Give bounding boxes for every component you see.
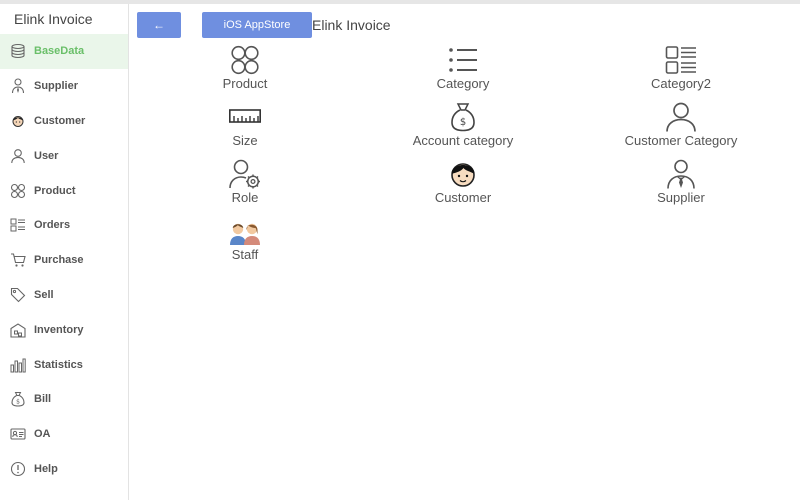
cart-icon <box>9 251 27 269</box>
sidebar-item-label: Customer <box>34 114 86 127</box>
sidebar-item-inventory[interactable]: Inventory <box>0 312 128 347</box>
sidebar-item-label: Statistics <box>34 358 83 371</box>
ruler-icon <box>228 102 262 132</box>
tile-label: Size <box>232 133 258 148</box>
sidebar-item-customer[interactable]: Customer <box>0 104 128 139</box>
sidebar-item-label: Sell <box>34 288 54 301</box>
sidebar-item-user[interactable]: User <box>0 138 128 173</box>
person-icon <box>664 102 698 132</box>
sidebar-item-label: OA <box>34 428 51 441</box>
orders-icon <box>9 216 27 234</box>
user-icon <box>9 147 27 165</box>
tag-icon <box>9 286 27 304</box>
sidebar-item-label: Supplier <box>34 80 79 93</box>
sidebar-item-statistics[interactable]: Statistics <box>0 347 128 382</box>
tile-label: Category <box>436 76 490 91</box>
sidebar-item-orders[interactable]: Orders <box>0 208 128 243</box>
tile-label: Account category <box>412 133 514 148</box>
tile-supplier[interactable]: Supplier <box>591 159 771 211</box>
sidebar-item-oa[interactable]: OA <box>0 417 128 452</box>
tile-customer[interactable]: Customer <box>373 159 553 211</box>
help-icon <box>9 460 27 478</box>
tile-role[interactable]: Role <box>155 159 335 211</box>
customer-icon <box>9 112 27 130</box>
tile-account-category[interactable]: $ Account category <box>373 102 553 154</box>
sidebar-item-label: User <box>34 149 59 162</box>
warehouse-icon <box>9 321 27 339</box>
tile-staff[interactable]: Staff <box>155 216 335 268</box>
main-content: ← iOS AppStore Elink Invoice Product Cat… <box>130 4 800 500</box>
sidebar-item-bill[interactable]: $ Bill <box>0 382 128 417</box>
sidebar-item-product[interactable]: Product <box>0 173 128 208</box>
sidebar-item-label: Inventory <box>34 323 84 336</box>
money-bag-icon: $ <box>446 102 480 132</box>
tile-size[interactable]: Size <box>155 102 335 154</box>
sidebar-item-label: BaseData <box>34 45 85 58</box>
sidebar-item-label: Purchase <box>34 254 84 267</box>
sidebar-item-label: Help <box>34 462 58 475</box>
sidebar-item-sell[interactable]: Sell <box>0 278 128 313</box>
sidebar-item-purchase[interactable]: Purchase <box>0 243 128 278</box>
tile-label: Customer <box>434 190 492 205</box>
sidebar-item-supplier[interactable]: Supplier <box>0 69 128 104</box>
tile-label: Role <box>231 190 259 205</box>
tile-product[interactable]: Product <box>155 45 335 97</box>
page-title: Elink Invoice <box>312 17 391 33</box>
tile-label: Customer Category <box>624 133 738 148</box>
list-icon <box>446 45 480 75</box>
product-icon <box>228 45 262 75</box>
svg-text:$: $ <box>460 117 466 128</box>
tile-category[interactable]: Category <box>373 45 553 97</box>
app-title: Elink Invoice <box>14 11 93 27</box>
back-button[interactable]: ← <box>137 12 181 38</box>
sidebar-item-label: Orders <box>34 219 71 232</box>
user-settings-icon <box>228 159 262 189</box>
supplier-icon <box>9 77 27 95</box>
tile-label: Staff <box>231 247 259 262</box>
sidebar-item-help[interactable]: Help <box>0 452 128 487</box>
id-card-icon <box>9 425 27 443</box>
product-icon <box>9 182 27 200</box>
sidebar-item-label: Bill <box>34 393 52 406</box>
ios-appstore-button[interactable]: iOS AppStore <box>202 12 312 38</box>
svg-text:$: $ <box>16 399 20 406</box>
sidebar-item-label: Product <box>34 184 76 197</box>
tile-category2[interactable]: Category2 <box>591 45 771 97</box>
tile-customer-category[interactable]: Customer Category <box>591 102 771 154</box>
staff-icon <box>228 216 262 246</box>
customer-icon <box>446 159 480 189</box>
category2-icon <box>664 45 698 75</box>
sidebar-item-basedata[interactable]: BaseData <box>0 34 128 69</box>
supplier-icon <box>664 159 698 189</box>
tile-label: Supplier <box>657 190 705 205</box>
sidebar: Elink Invoice BaseData Supplier Customer… <box>0 4 129 500</box>
statistics-icon <box>9 356 27 374</box>
database-icon <box>9 42 27 60</box>
tile-label: Product <box>222 76 268 91</box>
tile-label: Category2 <box>651 76 711 91</box>
money-bag-icon: $ <box>9 390 27 408</box>
